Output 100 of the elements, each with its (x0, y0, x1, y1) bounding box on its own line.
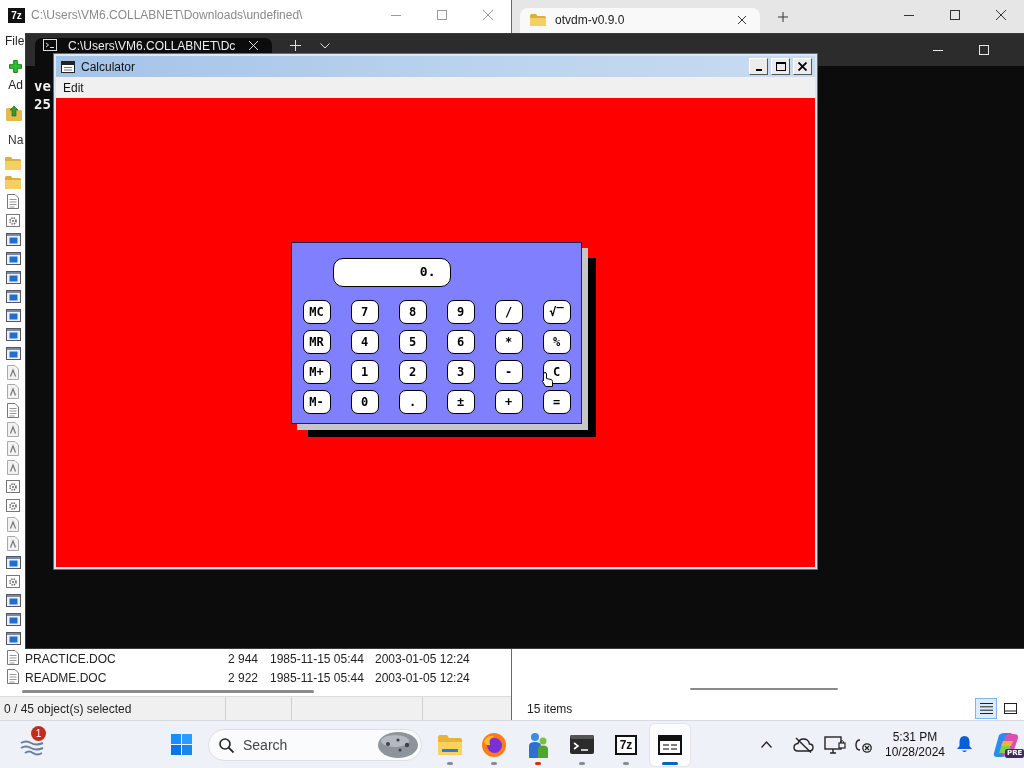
browser-icon (482, 732, 506, 757)
file-created: 2003-01-05 12:24 (374, 671, 471, 686)
chevron-down-icon[interactable] (320, 43, 330, 49)
explorer-tab[interactable]: otvdm-v0.9.0 (520, 8, 760, 33)
settings-file-icon (6, 480, 20, 493)
document-icon (7, 669, 19, 684)
close-icon[interactable] (996, 10, 1006, 20)
scrollbar-thumb[interactable] (690, 688, 838, 690)
app-window-icon (658, 734, 682, 755)
terminal-icon (43, 39, 57, 51)
settings-file-icon (6, 214, 20, 227)
cloud-off-icon[interactable] (793, 736, 814, 753)
column-header[interactable]: Na (8, 133, 24, 147)
terminal-text: ve (34, 77, 51, 95)
calculator-key[interactable]: = (542, 389, 571, 414)
taskbar-button[interactable] (650, 723, 690, 766)
calculator-key[interactable]: 3 (446, 359, 475, 384)
clock[interactable]: 5:31 PM 10/28/2024 (879, 729, 951, 760)
plus-icon (9, 60, 22, 73)
monitor-lock-icon[interactable] (824, 735, 846, 754)
calculator-key[interactable]: MR (302, 329, 331, 354)
maximize-button[interactable] (771, 58, 790, 75)
calculator-display: 0. (332, 257, 451, 287)
calculator-key[interactable]: + (494, 389, 523, 414)
calculator-key[interactable]: - (494, 359, 523, 384)
file-name: PRACTICE.DOC (25, 652, 117, 667)
status-text: 0 / 45 object(s) selected (3, 701, 133, 718)
window-title: C:\Users\VM6.COLLABNET\Downloads\undefined\ (31, 8, 303, 22)
calculator-key[interactable]: 2 (398, 359, 427, 384)
calculator-key[interactable]: MC (302, 299, 331, 324)
calculator-key[interactable]: 6 (446, 329, 475, 354)
status-text: 15 items (527, 701, 573, 716)
folder-icon (438, 734, 462, 755)
view-button[interactable] (975, 698, 997, 719)
minimize-icon[interactable] (904, 14, 914, 16)
menu-item[interactable]: File (5, 34, 25, 48)
minimize-icon[interactable] (933, 49, 943, 51)
details-view-icon (979, 703, 993, 714)
folder-up-icon[interactable] (6, 105, 22, 121)
calculator-key[interactable]: ± (446, 389, 475, 414)
document-icon (7, 650, 19, 665)
calculator-key[interactable]: 7 (350, 299, 379, 324)
file-created: 2003-01-05 12:24 (374, 652, 471, 667)
calculator-key[interactable]: 9 (446, 299, 475, 324)
calculator-key[interactable]: M+ (302, 359, 331, 384)
rock-icon (378, 731, 418, 758)
file-size: 2 944 (226, 652, 258, 667)
terminal-text: 25 (34, 95, 51, 113)
app-logo: 7z (615, 734, 637, 755)
taskbar-button[interactable]: 7z (606, 723, 646, 766)
font-file-icon (7, 365, 19, 380)
wind-icon[interactable] (20, 739, 44, 756)
calculator-key[interactable]: 8 (398, 299, 427, 324)
maximize-icon[interactable] (950, 10, 960, 20)
program-window-icon (5, 347, 21, 360)
calculator-key[interactable]: C (542, 359, 571, 384)
close-icon[interactable] (738, 15, 746, 24)
program-window-icon (5, 252, 21, 265)
file-modified: 1985-11-15 05:44 (269, 652, 365, 667)
calculator-key[interactable]: 4 (350, 329, 379, 354)
app-logo: 7z (8, 7, 25, 23)
file-name: README.DOC (25, 671, 108, 686)
four-squares-icon[interactable] (171, 734, 192, 755)
terminal-icon (570, 735, 594, 754)
add-button[interactable]: Ad (7, 60, 24, 92)
calculator-key[interactable]: 5 (398, 329, 427, 354)
document-icon (7, 194, 19, 209)
calculator-key[interactable]: √‾ (542, 299, 571, 324)
font-file-icon (7, 460, 19, 475)
scrollbar-thumb[interactable] (22, 689, 314, 693)
file-size: 2 922 (226, 671, 258, 686)
minimize-button[interactable] (749, 58, 768, 75)
chevron-up-icon[interactable] (761, 741, 772, 748)
bell-icon[interactable] (957, 736, 972, 753)
plus-icon[interactable] (778, 12, 788, 22)
calculator-key[interactable]: 1 (350, 359, 379, 384)
minimize-icon (755, 69, 762, 71)
calculator-key[interactable]: M- (302, 389, 331, 414)
font-file-icon (7, 441, 19, 456)
program-window-icon (5, 632, 21, 645)
folder-icon (530, 13, 546, 26)
font-file-icon (7, 517, 19, 532)
tiles-view-icon (1003, 703, 1017, 714)
calculator-key[interactable]: % (542, 329, 571, 354)
calculator-key[interactable]: / (494, 299, 523, 324)
folder-icon (5, 157, 21, 170)
close-button[interactable] (793, 58, 812, 75)
calculator-key[interactable]: . (398, 389, 427, 414)
program-window-icon (5, 290, 21, 303)
search-icon (219, 737, 234, 753)
program-window-icon (5, 594, 21, 607)
program-window-icon (5, 328, 21, 341)
calculator-key[interactable]: 0 (350, 389, 379, 414)
error-status-icon[interactable] (853, 736, 873, 753)
app-window-icon (61, 60, 75, 73)
calculator-key[interactable]: * (494, 329, 523, 354)
hand-cursor-icon (541, 371, 553, 387)
menu-item[interactable]: Edit (63, 80, 84, 95)
program-window-icon (5, 309, 21, 322)
program-window-icon (5, 233, 21, 246)
